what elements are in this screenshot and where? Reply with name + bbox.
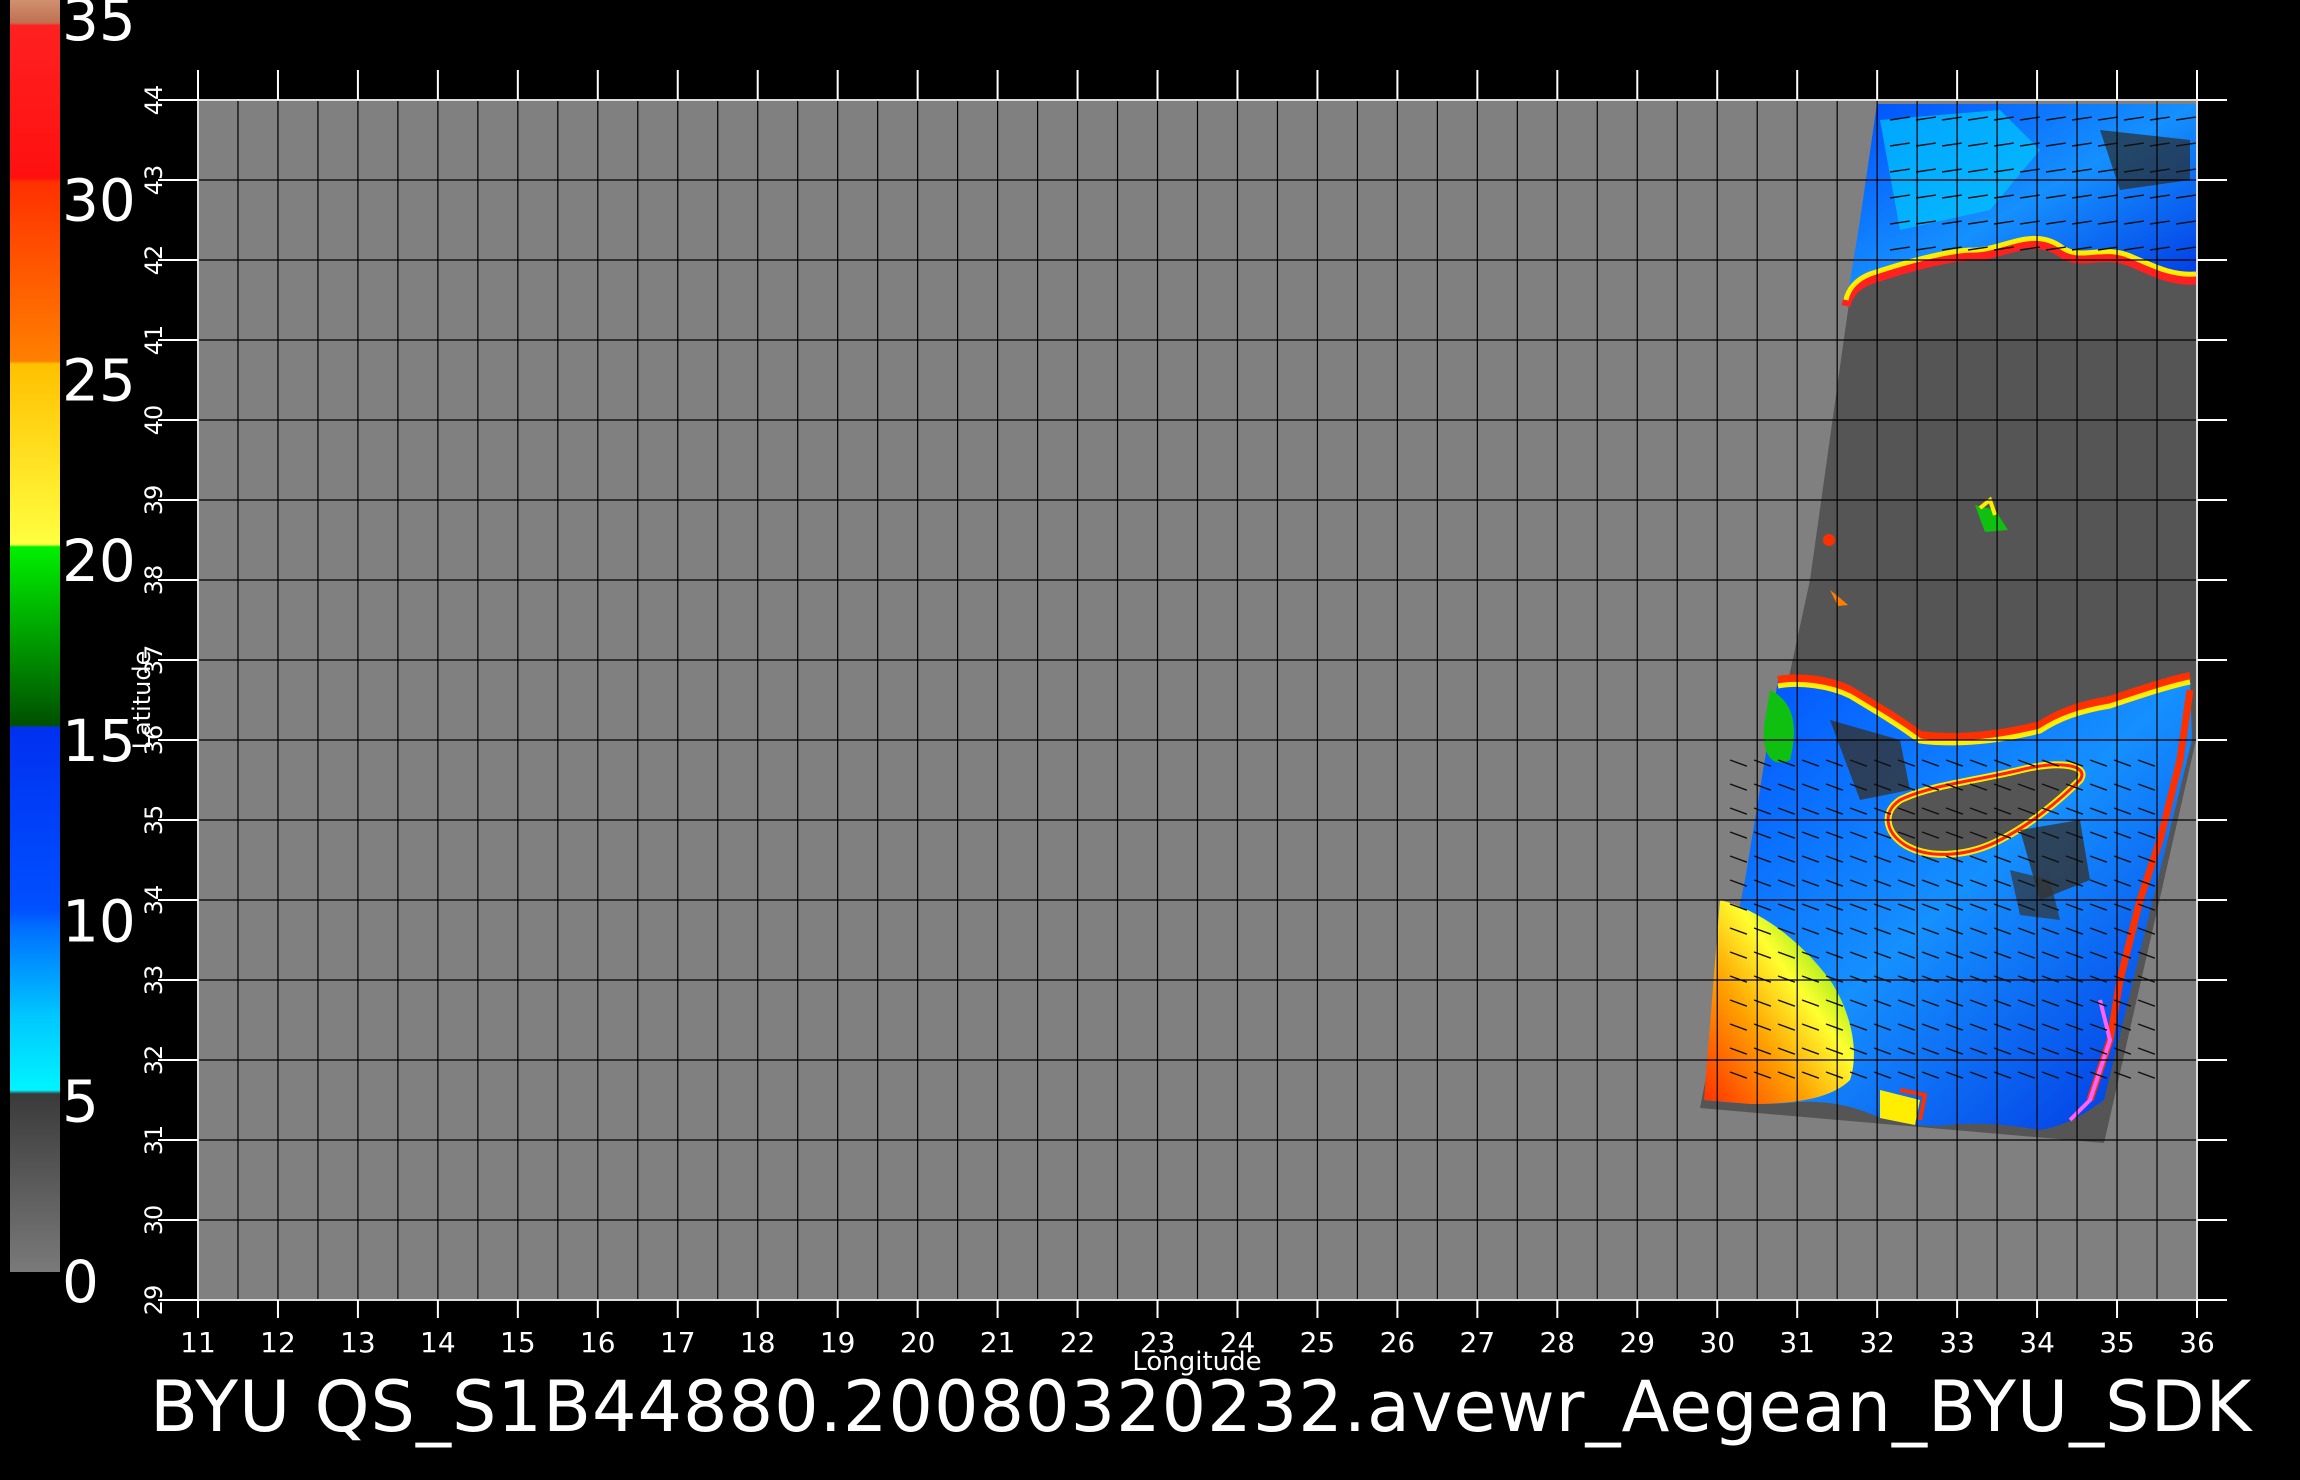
y-tick-label: 33	[140, 965, 168, 996]
colorbar-tick-label: 30	[62, 166, 136, 234]
y-tick-label: 44	[140, 85, 168, 116]
x-tick-label: 35	[2099, 1326, 2135, 1359]
x-tick-label: 21	[980, 1326, 1016, 1359]
colorbar-tick-label: 20	[62, 527, 136, 595]
x-tick-label: 36	[2179, 1326, 2215, 1359]
x-tick-label: 12	[260, 1326, 296, 1359]
x-tick-label: 13	[340, 1326, 376, 1359]
x-tick-label: 29	[1619, 1326, 1655, 1359]
x-tick-label: 30	[1699, 1326, 1735, 1359]
colorbar-tick-label: 5	[62, 1068, 99, 1136]
x-tick-label: 25	[1300, 1326, 1336, 1359]
y-tick-label: 31	[140, 1125, 168, 1156]
x-tick-label: 14	[420, 1326, 456, 1359]
x-tick-label: 33	[1939, 1326, 1975, 1359]
y-tick-label: 35	[140, 805, 168, 836]
y-tick-label: 30	[140, 1205, 168, 1236]
colorbar-tick-label: 25	[62, 347, 136, 415]
x-tick-label: 11	[180, 1326, 216, 1359]
colorbar-gradient	[10, 0, 60, 1272]
y-axis-label: Latitude	[128, 651, 156, 750]
y-tick-label: 38	[140, 565, 168, 596]
y-tick-label: 34	[140, 885, 168, 916]
x-tick-label: 27	[1460, 1326, 1496, 1359]
x-tick-label: 17	[660, 1326, 696, 1359]
x-tick-label: 19	[820, 1326, 856, 1359]
y-tick-label: 40	[140, 405, 168, 436]
chart-title: BYU QS_S1B44880.20080320232.avewr_Aegean…	[150, 1366, 2253, 1448]
colorbar: 0 5 10 15 20 25 30 35	[10, 0, 136, 1316]
y-tick-label: 32	[140, 1045, 168, 1076]
x-tick-label: 18	[740, 1326, 776, 1359]
x-tick-label: 32	[1859, 1326, 1895, 1359]
y-tick-label: 43	[140, 165, 168, 196]
y-tick-label: 42	[140, 245, 168, 276]
colorbar-tick-label: 0	[62, 1248, 99, 1316]
colorbar-tick-label: 10	[62, 887, 136, 955]
lake-spot-red	[1823, 534, 1835, 546]
x-tick-label: 28	[1539, 1326, 1575, 1359]
x-tick-label: 20	[900, 1326, 936, 1359]
x-tick-label: 31	[1779, 1326, 1815, 1359]
x-tick-label: 16	[580, 1326, 616, 1359]
y-tick-label: 39	[140, 485, 168, 516]
colorbar-labels: 0 5 10 15 20 25 30 35	[62, 0, 136, 1316]
plot-area: 11 12 13 14 15 16 17 18 19 20 21 22 23 24 25 26 27 28 29 30…	[128, 70, 2227, 1377]
x-tick-label: 26	[1380, 1326, 1416, 1359]
x-tick-label: 34	[2019, 1326, 2055, 1359]
y-tick-label: 29	[140, 1285, 168, 1316]
y-tick-label: 41	[140, 325, 168, 356]
wind-speed-map-chart: 0 5 10 15 20 25 30 35 11 12 13 14 15 16 17 18 1…	[10, 0, 2227, 1377]
x-tick-label: 15	[500, 1326, 536, 1359]
colorbar-tick-label: 15	[62, 707, 136, 775]
x-tick-label: 22	[1060, 1326, 1096, 1359]
colorbar-tick-label: 35	[62, 0, 136, 54]
